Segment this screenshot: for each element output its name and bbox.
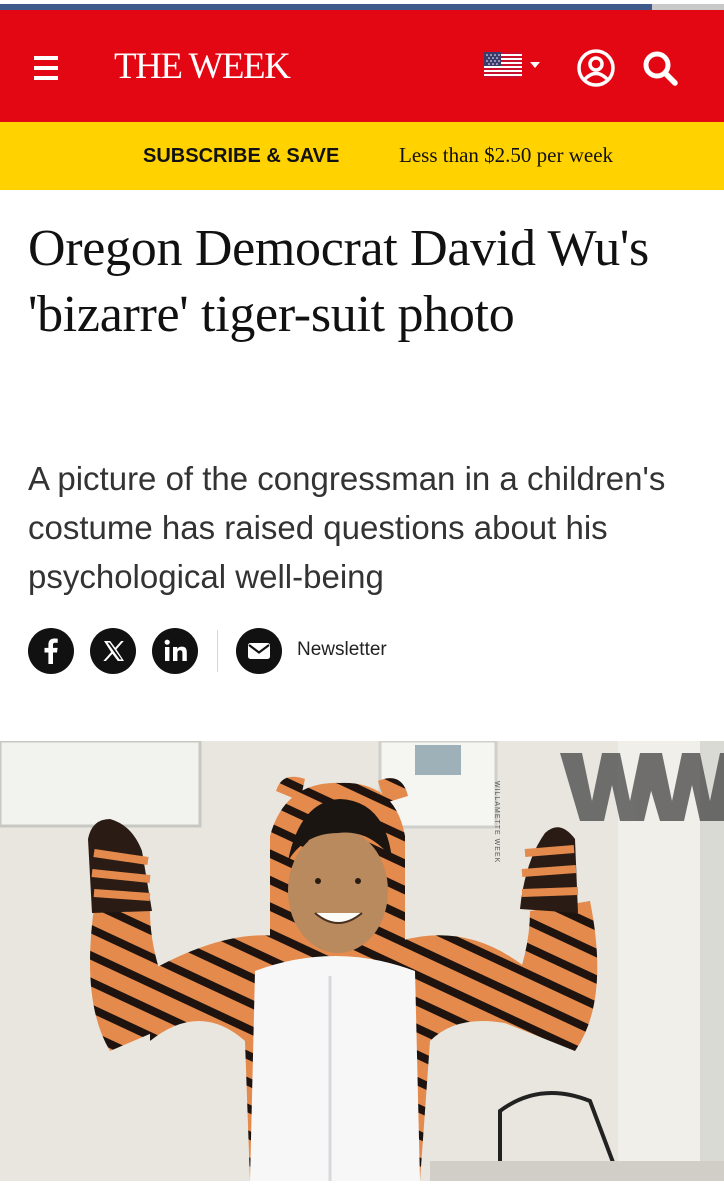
x-icon[interactable] — [90, 628, 136, 674]
chevron-down-icon[interactable] — [530, 62, 540, 68]
subscribe-price-text: Less than $2.50 per week — [399, 143, 614, 167]
mail-icon[interactable] — [236, 628, 282, 674]
hamburger-menu-icon[interactable] — [34, 56, 58, 80]
site-header: THE WEEK — [0, 10, 724, 122]
top-accent-bar — [0, 0, 724, 10]
share-bar: Newsletter — [28, 628, 708, 674]
us-flag-icon[interactable] — [484, 52, 522, 78]
subscribe-cta[interactable]: SUBSCRIBE & SAVE — [143, 144, 339, 168]
site-logo[interactable]: THE WEEK — [114, 47, 291, 87]
hero-image: WW WILLAMETTE WEEK — [0, 741, 724, 1181]
user-icon[interactable] — [576, 48, 616, 88]
facebook-icon[interactable] — [28, 628, 74, 674]
subscribe-banner[interactable]: SUBSCRIBE & SAVE Less than $2.50 per wee… — [0, 122, 724, 190]
image-watermark-caption: WILLAMETTE WEEK — [493, 781, 500, 864]
article-standfirst: A picture of the congressman in a childr… — [28, 460, 666, 595]
newsletter-link[interactable]: Newsletter — [297, 638, 387, 662]
image-watermark: WW — [588, 745, 607, 756]
hero-image-illustration — [0, 741, 724, 1181]
linkedin-icon[interactable] — [152, 628, 198, 674]
article-headline: Oregon Democrat David Wu's 'bizarre' tig… — [28, 220, 649, 343]
share-divider — [217, 630, 218, 672]
search-icon[interactable] — [640, 48, 680, 88]
